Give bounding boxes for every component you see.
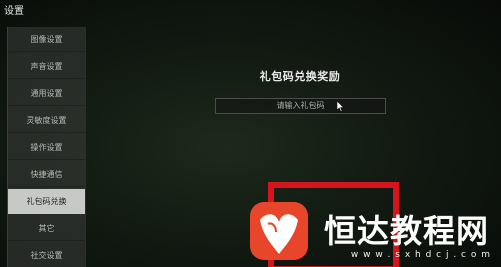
sidebar-item-other[interactable]: 其它 <box>8 216 85 241</box>
watermark-text: 恒达教程网 <box>324 212 490 250</box>
gift-code-input[interactable]: 请输入礼包码 <box>215 98 386 114</box>
sidebar-item-quick-chat[interactable]: 快捷通信 <box>8 162 85 187</box>
settings-sidebar: 图像设置 声音设置 通用设置 灵敏度设置 操作设置 快捷通信 礼包码兑换 其它 … <box>7 27 86 267</box>
page-title: 礼包码兑换奖励 <box>259 70 341 83</box>
sidebar-item-graphics[interactable]: 图像设置 <box>8 27 85 52</box>
site-logo-icon <box>250 202 308 260</box>
sidebar-item-controls[interactable]: 操作设置 <box>8 135 85 160</box>
watermark-url: w w w . s x h d c j . c o m <box>350 250 491 260</box>
sidebar-item-social[interactable]: 社交设置 <box>8 243 85 267</box>
window-title: 设置 <box>4 6 24 17</box>
sidebar-item-gift-code[interactable]: 礼包码兑换 <box>8 189 85 214</box>
sidebar-item-sound[interactable]: 声音设置 <box>8 54 85 79</box>
sidebar-item-sensitivity[interactable]: 灵敏度设置 <box>8 108 85 133</box>
mouse-cursor-icon <box>337 101 345 112</box>
watermark: 恒达教程网 w w w . s x h d c j . c o m <box>246 196 501 267</box>
settings-screen: 设置 图像设置 声音设置 通用设置 灵敏度设置 操作设置 快捷通信 礼包码兑换 … <box>0 0 501 267</box>
sidebar-item-general[interactable]: 通用设置 <box>8 81 85 106</box>
